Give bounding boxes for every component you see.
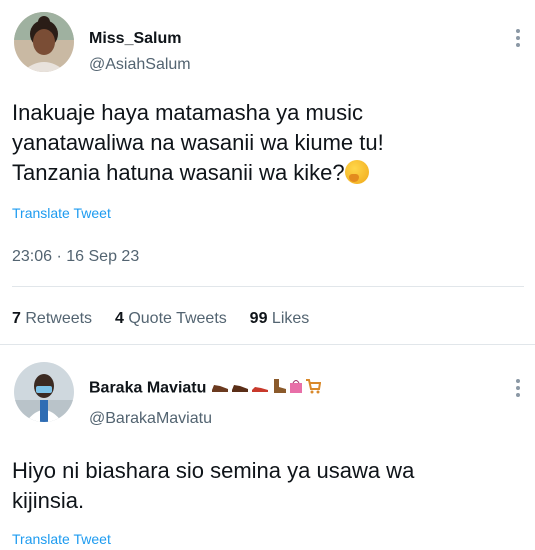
retweets-label: Retweets bbox=[25, 310, 93, 327]
author-name[interactable]: Miss_Salum bbox=[89, 30, 181, 48]
more-options-icon[interactable] bbox=[516, 376, 522, 400]
tweet-text-line: Tanzania hatuna wasanii wa kike? bbox=[12, 158, 522, 188]
shoe-icon bbox=[231, 380, 249, 398]
likes-count: 99 bbox=[249, 310, 268, 327]
thinking-face-icon bbox=[344, 160, 369, 184]
name-emojis bbox=[211, 378, 323, 399]
reply-avatar[interactable] bbox=[14, 362, 74, 422]
retweets-count: 7 bbox=[12, 310, 21, 327]
reply-text-line: Hiyo ni biashara sio semina ya usawa wa bbox=[12, 458, 415, 483]
reply-text-line: kijinsia. bbox=[12, 488, 85, 513]
tweet-text-segment: Tanzania hatuna wasanii wa kike? bbox=[12, 160, 345, 185]
tweet-text-line: yanatawaliwa na wasanii wa kiume tu! bbox=[12, 130, 384, 155]
likes-label: Likes bbox=[271, 310, 310, 327]
divider bbox=[12, 286, 524, 287]
likes-stat[interactable]: 99 Likes bbox=[250, 310, 310, 327]
author-handle[interactable]: @AsiahSalum bbox=[89, 56, 191, 74]
shopping-cart-icon bbox=[305, 378, 322, 399]
divider bbox=[0, 344, 535, 345]
boot-icon bbox=[271, 378, 287, 399]
tweet-text: Inakuaje haya matamasha ya music yanataw… bbox=[12, 98, 522, 188]
translate-tweet-link[interactable]: Translate Tweet bbox=[12, 205, 111, 221]
tweet-text-line: Inakuaje haya matamasha ya music bbox=[12, 100, 363, 125]
shoe-icon bbox=[251, 380, 269, 398]
quote-tweets-label: Quote Tweets bbox=[128, 310, 227, 327]
tweet-stats: 7 Retweets 4 Quote Tweets 99 Likes bbox=[12, 310, 309, 328]
more-options-icon[interactable] bbox=[516, 26, 522, 50]
quote-tweets-count: 4 bbox=[114, 310, 124, 327]
quote-tweets-stat[interactable]: 4 Quote Tweets bbox=[115, 310, 231, 327]
tweet-timestamp[interactable]: 23:06 · 16 Sep 23 bbox=[12, 248, 139, 266]
reply-author-name[interactable]: Baraka Maviatu bbox=[89, 380, 206, 397]
reply-author-handle[interactable]: @BarakaMaviatu bbox=[89, 410, 212, 428]
shopping-bag-icon bbox=[289, 378, 303, 399]
retweets-stat[interactable]: 7 Retweets bbox=[12, 310, 97, 327]
reply-author-row: Baraka Maviatu bbox=[89, 378, 323, 399]
avatar[interactable] bbox=[14, 12, 74, 72]
reply-text: Hiyo ni biashara sio semina ya usawa wa … bbox=[12, 456, 522, 516]
shoe-icon bbox=[211, 380, 229, 398]
translate-tweet-link[interactable]: Translate Tweet bbox=[12, 531, 111, 547]
